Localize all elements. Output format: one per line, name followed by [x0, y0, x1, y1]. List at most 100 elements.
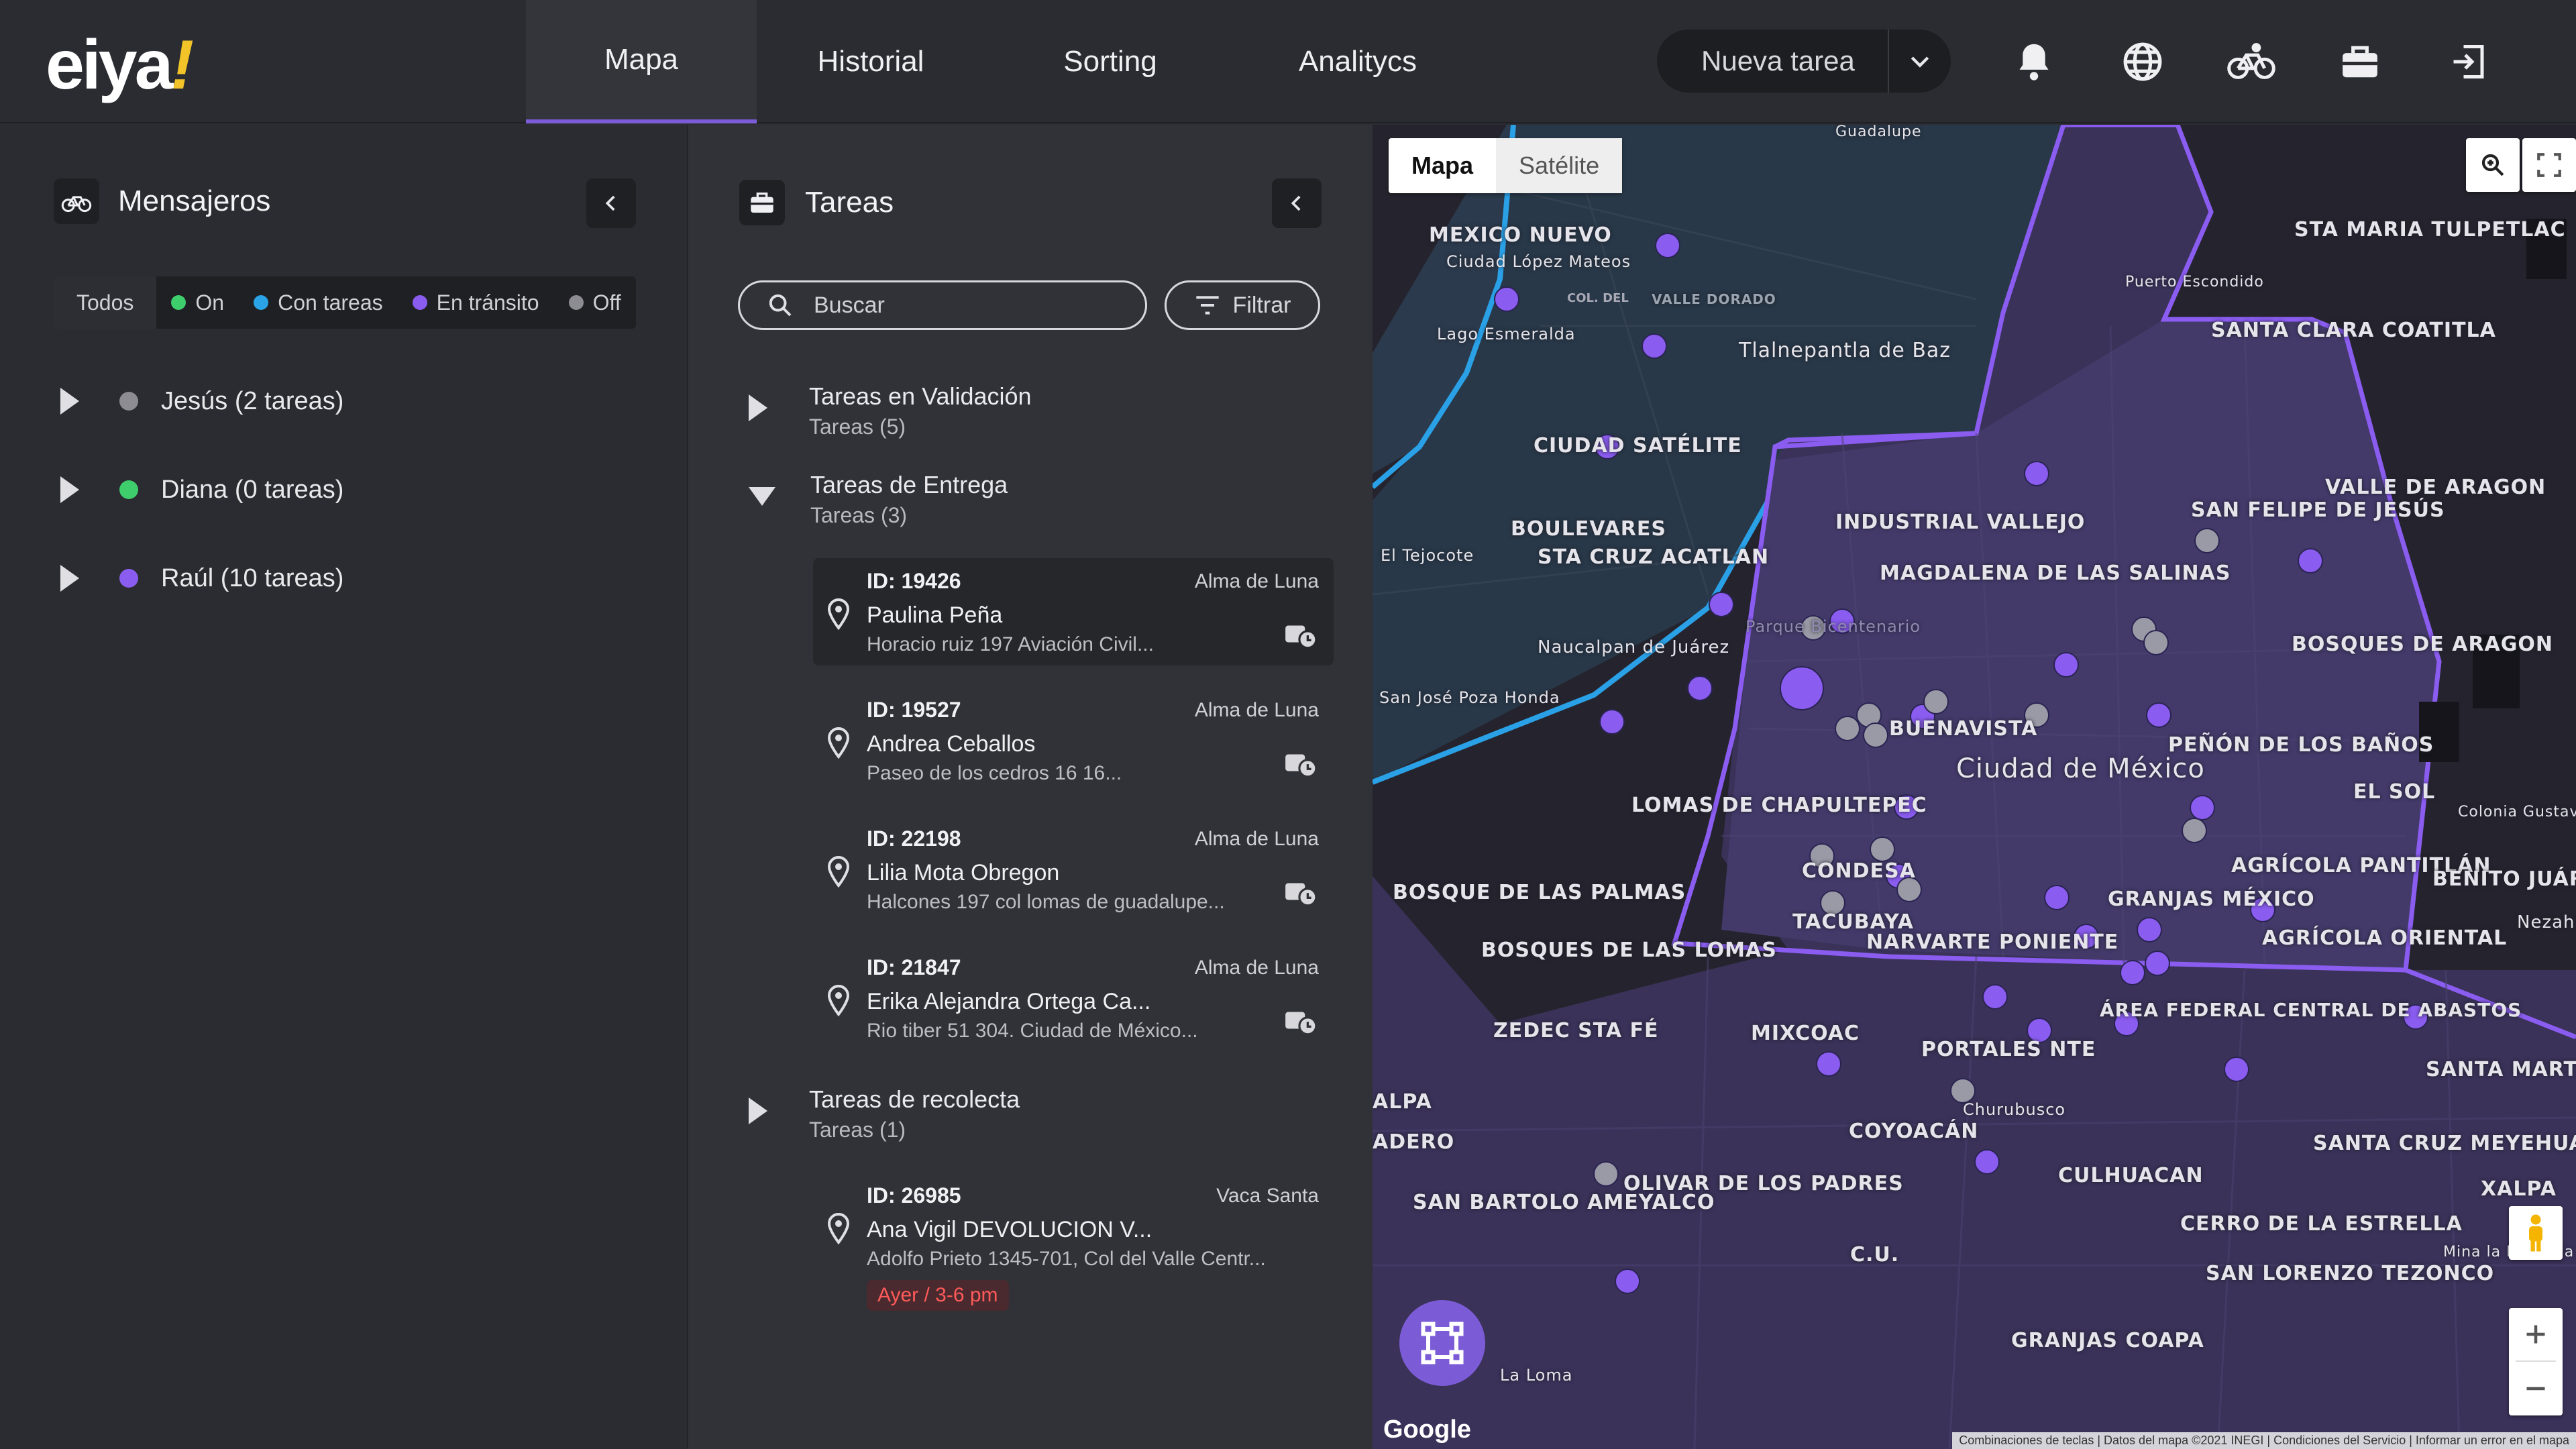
map-label: Parque Bicentenario — [1746, 617, 1921, 636]
map-type-satelite[interactable]: Satélite — [1496, 138, 1623, 193]
expand-icon[interactable] — [60, 565, 79, 592]
collapse-tasks-button[interactable] — [1272, 178, 1322, 228]
filter-on[interactable]: On — [156, 276, 239, 329]
map-label: C.U. — [1850, 1243, 1900, 1267]
fullscreen-icon — [2537, 153, 2561, 177]
task-card[interactable]: ID: 19527 Alma de Luna Andrea Ceballos P… — [813, 687, 1334, 794]
group-entrega[interactable]: Tareas de Entrega Tareas (3) — [749, 471, 1008, 528]
tab-analitycs[interactable]: Analitycs — [1236, 0, 1480, 123]
group-count: Tareas (5) — [809, 415, 906, 439]
task-card[interactable]: ID: 21847 Alma de Luna Erika Alejandra O… — [813, 945, 1334, 1052]
filter-button[interactable]: Filtrar — [1165, 280, 1320, 330]
filter-off[interactable]: Off — [554, 276, 636, 329]
location-pin-icon — [827, 985, 850, 1017]
courier-row-diana[interactable]: Diana (0 tareas) — [60, 463, 343, 517]
task-card[interactable]: ID: 19426 Alma de Luna Paulina Peña Hora… — [813, 558, 1334, 665]
group-validacion[interactable]: Tareas en Validación Tareas (5) — [749, 382, 1032, 439]
group-count: Tareas (3) — [810, 503, 908, 527]
courier-label: Jesús (2 tareas) — [161, 386, 344, 415]
zoom-controls — [2509, 1308, 2563, 1415]
scheduled-delivery-icon — [1285, 1012, 1318, 1036]
new-task-label: Nueva tarea — [1701, 45, 1855, 76]
courier-row-jesus[interactable]: Jesús (2 tareas) — [60, 374, 343, 428]
task-card[interactable]: ID: 26985 Vaca Santa Ana Vigil DEVOLUCIO… — [813, 1173, 1334, 1320]
briefcase-icon[interactable] — [2333, 35, 2387, 89]
map-label: Colonia Gustavo Baz Prada — [2458, 804, 2576, 820]
map-label: SAN BARTOLO AMEYALCO — [1413, 1191, 1715, 1214]
expand-icon[interactable] — [749, 394, 767, 421]
tab-historial[interactable]: Historial — [757, 0, 985, 123]
status-dot — [412, 295, 427, 310]
map-label: Tlalnepantla de Baz — [1739, 339, 1951, 362]
fullscreen-button[interactable] — [2522, 138, 2576, 192]
bicycle-icon[interactable] — [2224, 35, 2278, 89]
map-label: BUENAVISTA — [1889, 717, 2038, 741]
location-pin-icon — [827, 1213, 850, 1245]
zoom-search-button[interactable] — [2466, 138, 2520, 192]
map-type-mapa[interactable]: Mapa — [1389, 138, 1496, 193]
status-dot — [119, 392, 138, 411]
top-navigation-bar: eiya! Mapa Historial Sorting Analitycs N… — [0, 0, 2576, 123]
map-label: VALLE DORADO — [1652, 291, 1776, 307]
late-badge: Ayer / 3-6 pm — [867, 1280, 1009, 1311]
map-label: Naucalpan de Juárez — [1538, 637, 1730, 657]
zoom-in-button[interactable] — [2516, 1308, 2556, 1362]
draw-area-button[interactable] — [1399, 1300, 1485, 1386]
collapse-couriers-button[interactable] — [586, 178, 636, 228]
bicycle-icon — [54, 178, 99, 224]
map-label: CIUDAD SATÉLITE — [1534, 434, 1742, 458]
scheduled-delivery-icon — [1285, 754, 1318, 778]
filter-con-tareas[interactable]: Con tareas — [239, 276, 398, 329]
google-logo: Google — [1383, 1415, 1471, 1444]
zoom-out-button[interactable] — [2524, 1362, 2548, 1415]
courier-label: Raúl (10 tareas) — [161, 564, 344, 592]
bell-icon[interactable] — [2007, 35, 2061, 89]
task-customer: Ana Vigil DEVOLUCION V... — [867, 1217, 1152, 1242]
map-type-toggle: Mapa Satélite — [1389, 138, 1623, 193]
tab-label: Historial — [817, 45, 924, 78]
svg-text:COL. DEL: COL. DEL — [1567, 291, 1629, 305]
collapse-icon[interactable] — [749, 487, 775, 506]
scheduled-delivery-icon — [1285, 883, 1318, 907]
expand-icon[interactable] — [60, 476, 79, 503]
map-label: XALPA — [2481, 1177, 2557, 1201]
chevron-left-icon — [605, 195, 615, 211]
globe-icon[interactable] — [2116, 35, 2169, 89]
location-pin-icon — [827, 727, 850, 759]
status-dot — [119, 569, 138, 588]
courier-row-raul[interactable]: Raúl (10 tareas) — [60, 551, 343, 605]
task-address: Rio tiber 51 304. Ciudad de México... — [867, 1020, 1198, 1042]
chevron-down-icon[interactable] — [1888, 30, 1951, 93]
filter-todos[interactable]: Todos — [54, 276, 157, 329]
tab-mapa[interactable]: Mapa — [526, 0, 757, 123]
map-label: NARVARTE PONIENTE — [1866, 930, 2119, 954]
group-title: Tareas en Validación — [809, 382, 1032, 410]
expand-icon[interactable] — [60, 388, 79, 415]
pegman-icon — [2529, 1214, 2542, 1252]
filter-en-transito[interactable]: En tránsito — [398, 276, 554, 329]
task-customer: Erika Alejandra Ortega Ca... — [867, 989, 1151, 1014]
group-recolecta[interactable]: Tareas de recolecta Tareas (1) — [749, 1085, 1020, 1142]
map-attribution[interactable]: Combinaciones de teclas | Datos del mapa… — [1952, 1432, 2576, 1449]
task-store: Alma de Luna — [1194, 957, 1319, 979]
expand-icon[interactable] — [749, 1097, 767, 1124]
eiya-logo[interactable]: eiya! — [46, 25, 194, 105]
search-input[interactable]: Buscar — [738, 280, 1147, 330]
task-store: Vaca Santa — [1216, 1185, 1319, 1207]
task-id: ID: 19527 — [867, 698, 961, 722]
map-label: BENITO JUÁREZ — [2432, 867, 2576, 891]
map-view[interactable]: COL. DEL MEXICO NUEVO Ciudad López Mateo… — [1373, 125, 2576, 1449]
tab-sorting[interactable]: Sorting — [985, 0, 1236, 123]
map-label: SAN LORENZO TEZONCO — [2206, 1262, 2495, 1285]
map-label: Ciudad de México — [1956, 753, 2205, 784]
new-task-dropdown[interactable]: Nueva tarea — [1657, 30, 1951, 93]
couriers-header: Mensajeros — [54, 178, 270, 224]
logout-icon[interactable] — [2442, 35, 2496, 89]
street-view-pegman[interactable] — [2509, 1206, 2563, 1260]
map-label: BOSQUE DE LAS PALMAS — [1393, 881, 1686, 904]
task-card[interactable]: ID: 22198 Alma de Luna Lilia Mota Obrego… — [813, 816, 1334, 923]
map-label: BOSQUES DE LAS LOMAS — [1481, 938, 1777, 962]
couriers-panel: Mensajeros Todos On Con tareas En tránsi… — [0, 125, 687, 1449]
task-store: Alma de Luna — [1194, 570, 1319, 592]
location-pin-icon — [827, 598, 850, 631]
